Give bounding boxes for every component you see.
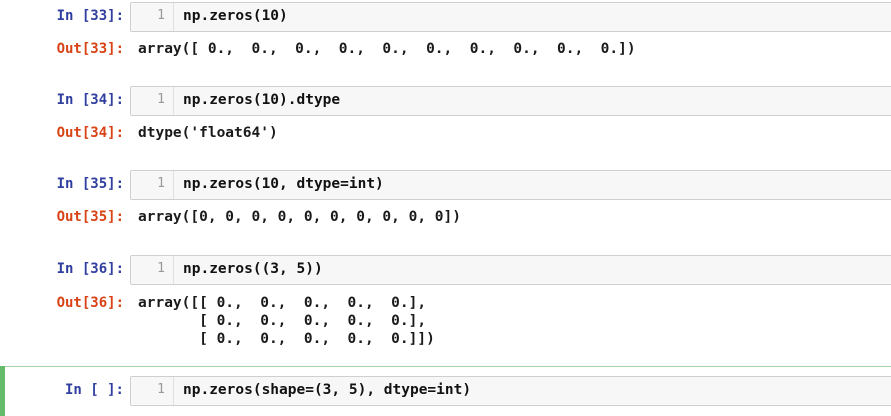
code-input[interactable]: 1 np.zeros(10) — [130, 2, 891, 32]
line-gutter: 1 — [131, 377, 174, 405]
output-text: array([[ 0., 0., 0., 0., 0.], [ 0., 0., … — [138, 295, 435, 347]
output-text: array([0, 0, 0, 0, 0, 0, 0, 0, 0, 0]) — [138, 209, 462, 225]
line-gutter: 1 — [131, 87, 174, 115]
output-prompt: Out[34]: — [56, 125, 124, 141]
code-text[interactable]: np.zeros(shape=(3, 5), dtype=int) — [183, 381, 471, 399]
input-prompt: In [34]: — [56, 92, 124, 108]
code-text[interactable]: np.zeros(10, dtype=int) — [183, 175, 384, 193]
code-text[interactable]: np.zeros(10).dtype — [183, 91, 340, 109]
output-prompt: Out[36]: — [56, 295, 124, 311]
output-prompt: Out[33]: — [56, 41, 124, 57]
line-gutter: 1 — [131, 256, 174, 284]
input-prompt: In [35]: — [56, 176, 124, 192]
code-text[interactable]: np.zeros((3, 5)) — [183, 260, 323, 278]
line-number: 1 — [157, 176, 165, 191]
line-number: 1 — [157, 382, 165, 397]
code-input[interactable]: 1 np.zeros((3, 5)) — [130, 255, 891, 285]
code-input[interactable]: 1 np.zeros(shape=(3, 5), dtype=int) — [130, 376, 891, 406]
output-text: dtype('float64') — [138, 125, 278, 141]
code-input[interactable]: 1 np.zeros(10).dtype — [130, 86, 891, 116]
output-text: array([ 0., 0., 0., 0., 0., 0., 0., 0., … — [138, 41, 636, 57]
input-prompt: In [ ]: — [64, 382, 124, 398]
line-number: 1 — [157, 8, 165, 23]
line-gutter: 1 — [131, 3, 174, 31]
line-gutter: 1 — [131, 171, 174, 199]
input-prompt: In [33]: — [56, 8, 124, 24]
code-input[interactable]: 1 np.zeros(10, dtype=int) — [130, 170, 891, 200]
line-number: 1 — [157, 92, 165, 107]
input-prompt: In [36]: — [56, 261, 124, 277]
output-prompt: Out[35]: — [56, 209, 124, 225]
line-number: 1 — [157, 261, 165, 276]
code-text[interactable]: np.zeros(10) — [183, 7, 288, 25]
